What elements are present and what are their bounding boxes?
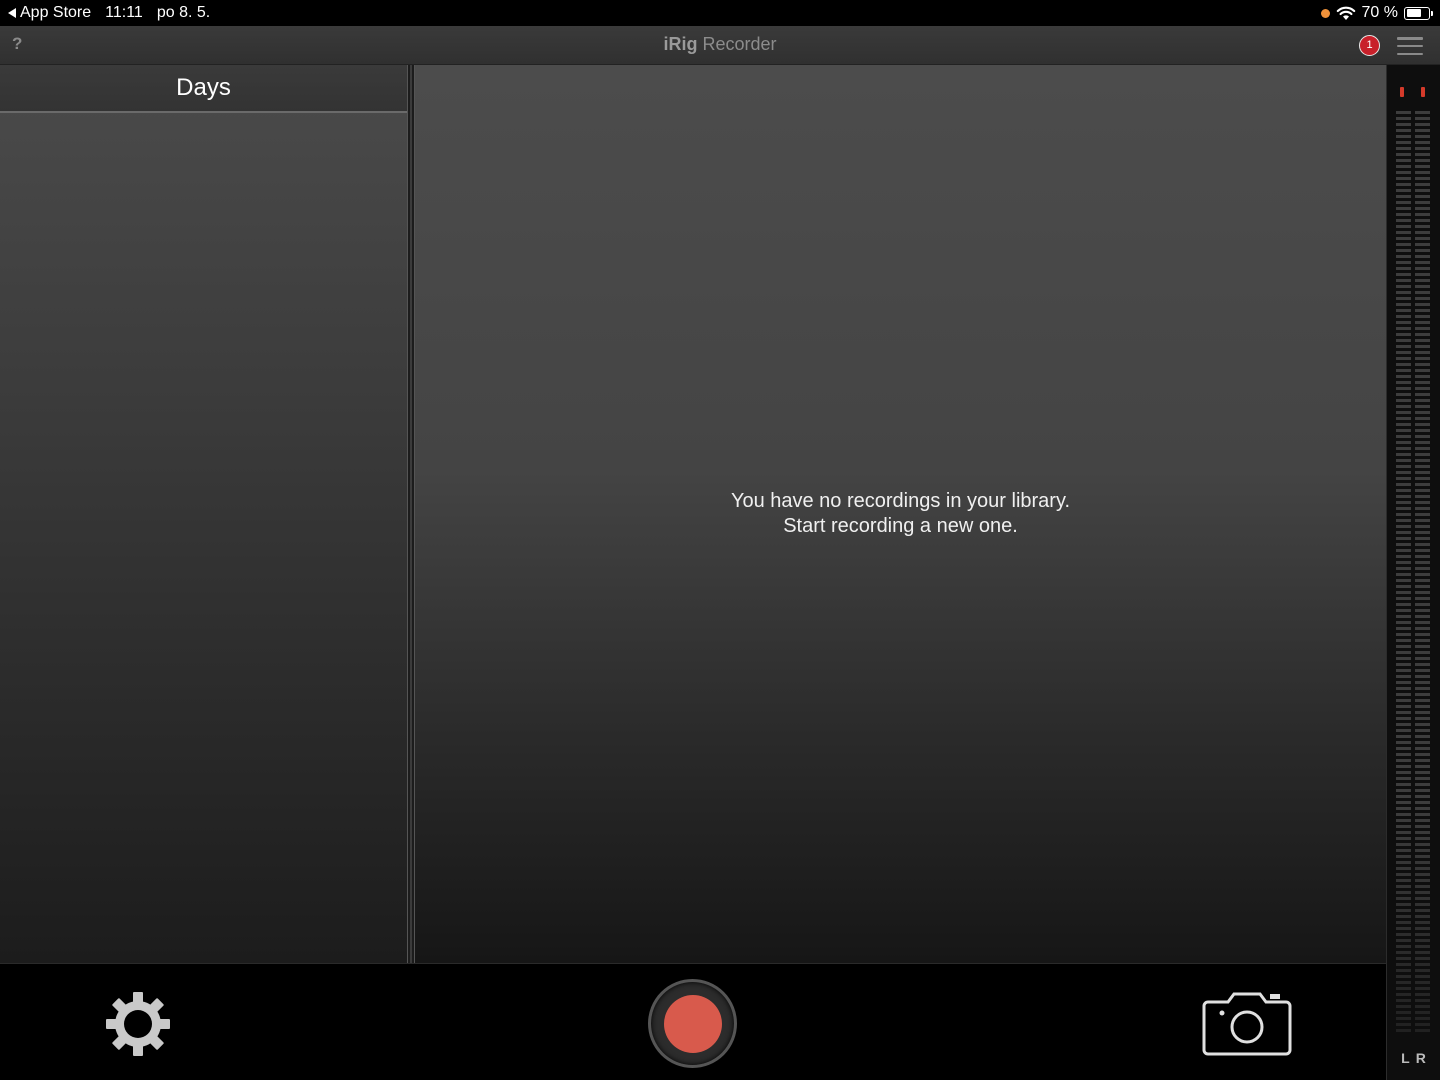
record-icon <box>663 994 722 1053</box>
empty-message-line-2: Start recording a new one. <box>783 515 1018 537</box>
left-channel-label: L <box>1401 1050 1416 1066</box>
empty-library-message: You have no recordings in your library. … <box>415 489 1386 539</box>
days-panel: Days <box>0 65 407 963</box>
days-header: Days <box>0 65 407 113</box>
back-to-app-store[interactable]: App Store <box>8 4 91 22</box>
right-peak-indicator <box>1421 87 1425 97</box>
battery-fill <box>1406 9 1422 17</box>
gear-icon[interactable] <box>104 990 172 1058</box>
camera-icon[interactable] <box>1202 990 1292 1056</box>
status-time: 11:11 <box>105 4 143 21</box>
level-meter: LR <box>1386 65 1440 1080</box>
status-bar: App Store 11:11 po 8. 5. 70 % <box>0 0 1440 26</box>
back-label: App Store <box>20 4 92 21</box>
hamburger-icon[interactable] <box>1397 37 1423 55</box>
app-title-name: Recorder <box>697 34 777 54</box>
notification-badge[interactable]: 1 <box>1359 35 1380 56</box>
wifi-icon <box>1336 6 1355 20</box>
battery-percent: 70 % <box>1361 4 1398 21</box>
left-peak-indicator <box>1400 87 1404 97</box>
app-title-bar: ? iRig Recorder 1 <box>0 26 1440 65</box>
empty-message-line-1: You have no recordings in your library. <box>730 490 1071 512</box>
recordings-library: You have no recordings in your library. … <box>415 65 1386 963</box>
back-arrow-icon <box>8 8 16 18</box>
battery-icon <box>1404 6 1433 20</box>
status-date: po 8. 5. <box>156 4 211 21</box>
right-channel-label: R <box>1415 1050 1432 1066</box>
panel-splitter[interactable] <box>407 65 415 963</box>
app-title: iRig Recorder <box>0 34 1440 55</box>
record-button[interactable] <box>648 979 737 1068</box>
app-title-brand: iRig <box>663 34 698 54</box>
microphone-indicator-icon <box>1320 8 1330 18</box>
channel-labels: LR <box>1387 1050 1440 1066</box>
bottom-toolbar <box>0 963 1386 1080</box>
